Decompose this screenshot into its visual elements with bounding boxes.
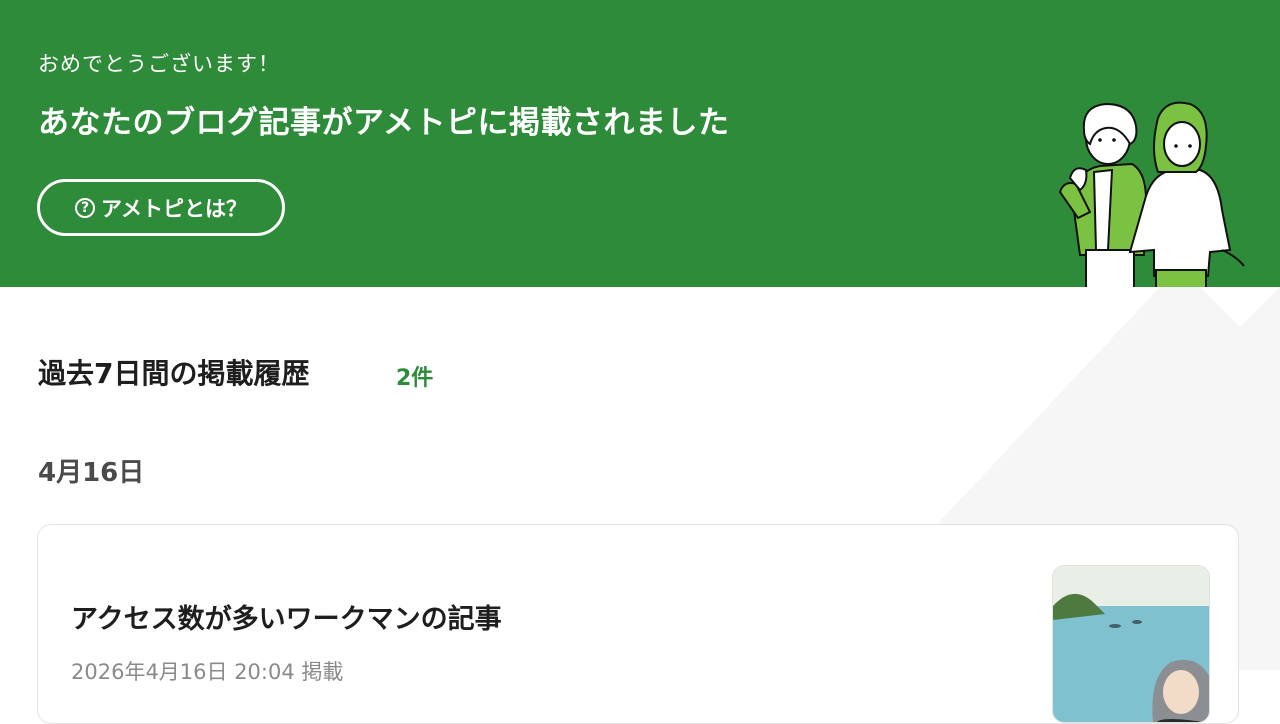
history-section-title: 過去7日間の掲載履歴 bbox=[38, 357, 310, 390]
about-ametopi-label: アメトピとは？ bbox=[101, 196, 247, 221]
hero-headline: あなたのブログ記事がアメトピに掲載されました bbox=[38, 105, 730, 141]
about-ametopi-button[interactable]: ? アメトピとは？ bbox=[37, 179, 285, 236]
article-published-date: 2026年4月16日 20:04 掲載 bbox=[71, 660, 344, 684]
history-count-badge: 2件 bbox=[396, 366, 434, 391]
date-heading: 4月16日 bbox=[38, 458, 145, 488]
hero-banner: おめでとうございます！ あなたのブログ記事がアメトピに掲載されました ? アメト… bbox=[0, 0, 1280, 287]
question-icon: ? bbox=[75, 197, 96, 218]
article-thumbnail[interactable] bbox=[1052, 565, 1210, 723]
article-title[interactable]: アクセス数が多いワークマンの記事 bbox=[71, 597, 502, 636]
people-illustration bbox=[1058, 101, 1245, 287]
article-card[interactable]: アクセス数が多いワークマンの記事 2026年4月16日 20:04 掲載 bbox=[37, 524, 1239, 724]
congrats-text: おめでとうございます！ bbox=[38, 52, 280, 76]
thumbnail-image bbox=[1053, 566, 1209, 722]
